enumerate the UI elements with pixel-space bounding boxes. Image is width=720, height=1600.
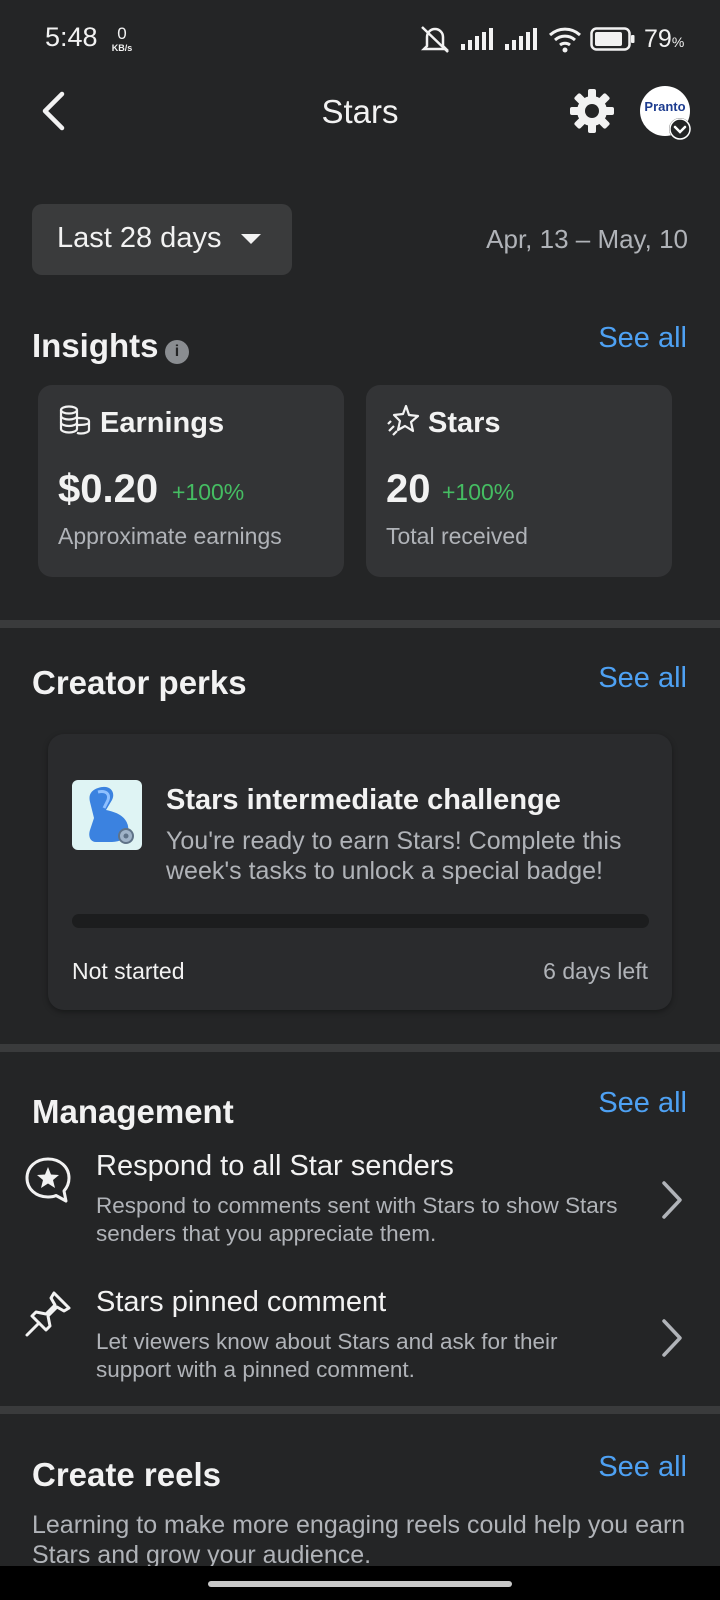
battery-percentage-sign: % (671, 33, 685, 50)
respond-star-senders-description: Respond to comments sent with Stars to s… (96, 1193, 618, 1246)
creator-perks-title: Creator perks (32, 664, 247, 701)
account-switcher-button[interactable] (669, 118, 691, 140)
date-range-text: Apr, 13 – May, 10 (486, 224, 688, 254)
challenge-thumbnail (72, 780, 142, 850)
stars-value: 20 (386, 467, 431, 511)
stars-pinned-comment-description: Let viewers know about Stars and ask for… (96, 1329, 558, 1382)
insights-title: Insights (32, 327, 159, 364)
info-icon[interactable]: i (165, 340, 189, 364)
earnings-card[interactable]: Earnings $0.20 +100% Approximate earning… (38, 385, 344, 577)
challenge-description: You're ready to earn Stars! Complete thi… (166, 827, 622, 885)
management-title: Management (32, 1093, 234, 1130)
challenge-title: Stars intermediate challenge (166, 784, 561, 816)
stars-subtitle: Total received (386, 523, 528, 549)
insights-see-all-button[interactable]: See all (598, 322, 687, 355)
chevron-down-icon (669, 118, 691, 140)
network-speed-value: 0 (117, 24, 127, 43)
chevron-right-icon (662, 1181, 682, 1219)
wifi-icon (548, 27, 582, 53)
create-reels-description: Learning to make more engaging reels cou… (32, 1511, 686, 1569)
network-speed-unit: KB/s (111, 43, 133, 53)
pin-icon (25, 1291, 71, 1337)
battery-percentage-value: 79 (644, 24, 672, 53)
management-see-all-button[interactable]: See all (598, 1087, 687, 1120)
caret-down-icon (241, 234, 261, 244)
section-divider (0, 1406, 720, 1414)
chevron-right-icon (662, 1319, 682, 1357)
earnings-change: +100% (172, 479, 245, 505)
date-range-dropdown[interactable]: Last 28 days (32, 204, 292, 275)
challenge-time-left: 6 days left (543, 958, 648, 984)
battery-icon (590, 27, 635, 51)
mute-icon (420, 26, 450, 53)
stars-change: +100% (442, 479, 515, 505)
gear-icon (570, 89, 614, 133)
challenge-status: Not started (72, 958, 185, 984)
perk-card[interactable]: Stars intermediate challenge You're read… (48, 734, 672, 1010)
challenge-progress-bar (72, 914, 649, 928)
stars-pinned-comment-title: Stars pinned comment (96, 1286, 387, 1318)
stars-card-title: Stars (428, 407, 501, 439)
earnings-subtitle: Approximate earnings (58, 523, 282, 549)
section-divider (0, 1044, 720, 1052)
star-burst-icon (387, 404, 420, 436)
create-reels-see-all-button[interactable]: See all (598, 1451, 687, 1484)
respond-star-senders-title: Respond to all Star senders (96, 1150, 454, 1182)
section-divider (0, 620, 720, 628)
respond-star-senders-row[interactable]: Respond to all Star senders Respond to c… (0, 1150, 720, 1262)
status-icons: 79% (418, 22, 684, 56)
signal-icon (505, 28, 537, 50)
flexed-arm-icon (89, 786, 134, 844)
home-indicator[interactable] (208, 1581, 512, 1587)
network-speed: 0 KB/s (108, 25, 136, 53)
avatar-text: Pranto (644, 99, 686, 114)
earnings-value: $0.20 (58, 467, 159, 511)
star-comment-icon (25, 1157, 71, 1203)
stars-pinned-comment-row[interactable]: Stars pinned comment Let viewers know ab… (0, 1286, 720, 1398)
stars-card[interactable]: Stars 20 +100% Total received (366, 385, 672, 577)
earnings-card-title: Earnings (100, 407, 225, 439)
status-time: 5:48 (45, 22, 98, 52)
date-range-label: Last 28 days (57, 222, 222, 254)
coins-icon (59, 405, 91, 435)
settings-button[interactable] (568, 87, 616, 135)
creator-perks-see-all-button[interactable]: See all (598, 662, 687, 695)
create-reels-title: Create reels (32, 1456, 221, 1493)
signal-icon (461, 28, 493, 50)
battery-percentage: 79% (644, 25, 684, 54)
